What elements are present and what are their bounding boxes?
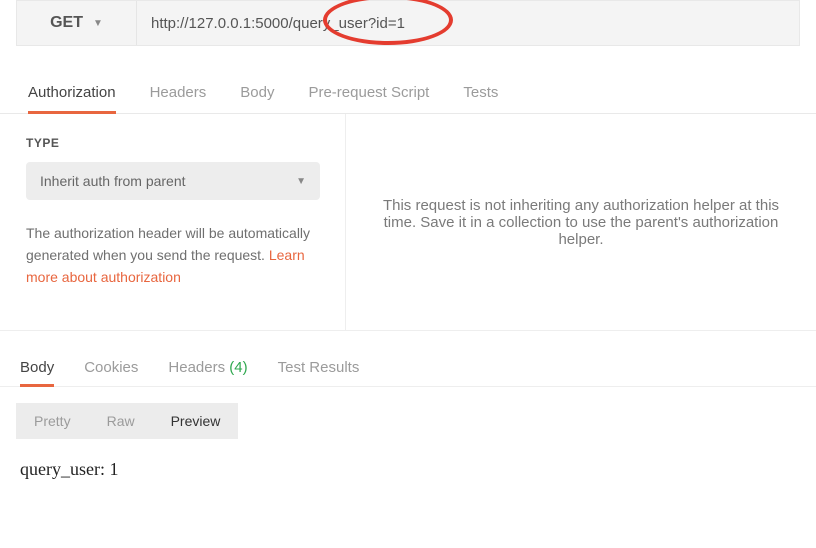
auth-help-text: The authorization header will be automat… [26, 222, 326, 288]
chevron-down-icon: ▼ [296, 176, 306, 187]
view-raw[interactable]: Raw [89, 403, 153, 439]
auth-right-message: This request is not inheriting any autho… [346, 114, 816, 330]
auth-help-text-body: The authorization header will be automat… [26, 225, 310, 263]
resp-tab-headers-label: Headers [168, 359, 225, 376]
auth-type-select[interactable]: Inherit auth from parent ▼ [26, 162, 320, 200]
tab-headers[interactable]: Headers [150, 74, 207, 113]
resp-tab-headers[interactable]: Headers (4) [168, 351, 247, 386]
tab-tests[interactable]: Tests [463, 74, 498, 113]
resp-tab-test-results[interactable]: Test Results [278, 351, 360, 386]
resp-tab-body[interactable]: Body [20, 351, 54, 387]
headers-count: (4) [229, 359, 247, 376]
view-pretty[interactable]: Pretty [16, 403, 89, 439]
url-input[interactable] [137, 1, 799, 45]
tab-pre-request-script[interactable]: Pre-request Script [308, 74, 429, 113]
auth-type-label: TYPE [26, 136, 319, 150]
response-view-modes: Pretty Raw Preview [16, 403, 800, 439]
tab-body[interactable]: Body [240, 74, 274, 113]
http-method-label: GET [50, 14, 83, 32]
response-tabs: Body Cookies Headers (4) Test Results [0, 351, 816, 387]
auth-right-message-text: This request is not inheriting any autho… [376, 197, 786, 248]
view-preview[interactable]: Preview [153, 403, 239, 439]
response-body: query_user: 1 [0, 439, 816, 500]
request-tabs: Authorization Headers Body Pre-request S… [0, 74, 816, 114]
auth-type-value: Inherit auth from parent [40, 173, 186, 189]
http-method-select[interactable]: GET ▼ [17, 1, 137, 45]
resp-tab-cookies[interactable]: Cookies [84, 351, 138, 386]
tab-authorization[interactable]: Authorization [28, 74, 116, 114]
chevron-down-icon: ▼ [93, 18, 103, 29]
